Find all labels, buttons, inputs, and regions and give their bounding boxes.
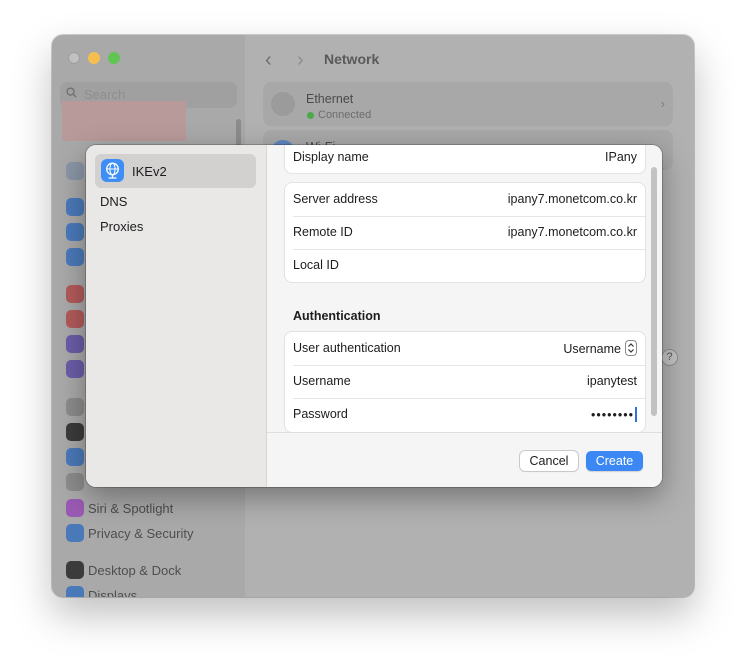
forward-arrow-icon[interactable]: › bbox=[297, 49, 304, 72]
vpn-globe-icon bbox=[101, 159, 124, 182]
minimize-window-button[interactable] bbox=[88, 52, 100, 64]
sound-icon[interactable] bbox=[66, 310, 84, 328]
display-name-row: Display name IPany bbox=[285, 145, 645, 174]
zoom-window-button[interactable] bbox=[108, 52, 120, 64]
ethernet-icon bbox=[271, 92, 295, 116]
create-button[interactable]: Create bbox=[586, 451, 643, 471]
password-row: Password •••••••• bbox=[285, 398, 645, 431]
sidebar-item-proxies[interactable]: Proxies bbox=[100, 219, 143, 234]
password-field[interactable]: •••••••• bbox=[591, 407, 637, 422]
sidebar-item-desktop-dock[interactable]: Desktop & Dock bbox=[88, 563, 181, 578]
service-name: Ethernet bbox=[306, 92, 354, 106]
wifi-icon[interactable] bbox=[66, 198, 84, 216]
general-icon[interactable] bbox=[66, 398, 84, 416]
server-address-label: Server address bbox=[293, 192, 378, 206]
username-field[interactable]: ipanytest bbox=[587, 374, 637, 388]
bluetooth-icon[interactable] bbox=[66, 223, 84, 241]
vpn-configuration-dialog: IKEv2 DNS Proxies Display name IPany Ser… bbox=[86, 145, 662, 487]
help-button[interactable]: ? bbox=[661, 349, 678, 366]
sidebar-item-displays[interactable]: Displays bbox=[88, 588, 137, 597]
dock-icon[interactable] bbox=[66, 561, 84, 579]
text-cursor bbox=[635, 407, 637, 422]
focus-icon[interactable] bbox=[66, 335, 84, 353]
sidebar-item-label: IKEv2 bbox=[132, 164, 167, 179]
up-down-chevron-icon bbox=[625, 340, 637, 356]
network-icon[interactable] bbox=[66, 248, 84, 266]
form-scrollbar[interactable] bbox=[651, 167, 657, 416]
appearance-icon[interactable] bbox=[66, 423, 84, 441]
notifications-icon[interactable] bbox=[66, 285, 84, 303]
display-icon[interactable] bbox=[66, 586, 84, 597]
username-label: Username bbox=[293, 374, 351, 388]
screen-time-icon[interactable] bbox=[66, 360, 84, 378]
sidebar-item-privacy-security[interactable]: Privacy & Security bbox=[88, 526, 193, 541]
server-address-field[interactable]: ipany7.monetcom.co.kr bbox=[508, 192, 637, 206]
remote-id-field[interactable]: ipany7.monetcom.co.kr bbox=[508, 225, 637, 239]
user-authentication-label: User authentication bbox=[293, 341, 401, 355]
search-placeholder: Search bbox=[84, 87, 126, 102]
chevron-right-icon: › bbox=[660, 96, 665, 111]
remote-id-label: Remote ID bbox=[293, 225, 353, 239]
close-window-button[interactable] bbox=[68, 52, 80, 64]
accessibility-icon[interactable] bbox=[66, 448, 84, 466]
siri-icon[interactable] bbox=[66, 499, 84, 517]
server-group: Server address ipany7.monetcom.co.kr Rem… bbox=[285, 183, 645, 282]
search-icon bbox=[66, 87, 77, 98]
user-authentication-popup[interactable]: Username bbox=[563, 340, 637, 356]
password-value: •••••••• bbox=[590, 408, 634, 422]
sidebar-item-dns[interactable]: DNS bbox=[100, 194, 127, 209]
family-icon[interactable] bbox=[66, 162, 84, 180]
sidebar-item-ikev2[interactable]: IKEv2 bbox=[95, 154, 256, 188]
control-center-icon[interactable] bbox=[66, 473, 84, 491]
password-label: Password bbox=[293, 407, 348, 421]
page-title: Network bbox=[324, 51, 380, 67]
display-name-group: Display name IPany bbox=[285, 145, 645, 173]
dialog-form: Display name IPany Server address ipany7… bbox=[267, 145, 662, 487]
user-authentication-value: Username bbox=[563, 342, 621, 356]
service-ethernet[interactable]: Ethernet Connected › bbox=[263, 82, 673, 126]
authentication-group: User authentication Username Username ip… bbox=[285, 332, 645, 432]
status-dot-icon bbox=[307, 112, 314, 119]
username-row: Username ipanytest bbox=[285, 365, 645, 398]
hand-icon[interactable] bbox=[66, 524, 84, 542]
remote-id-row: Remote ID ipany7.monetcom.co.kr bbox=[285, 216, 645, 249]
user-authentication-row: User authentication Username bbox=[285, 332, 645, 365]
display-name-label: Display name bbox=[293, 150, 369, 164]
back-arrow-icon[interactable]: ‹ bbox=[265, 49, 272, 72]
cancel-button[interactable]: Cancel bbox=[520, 451, 578, 471]
server-address-row: Server address ipany7.monetcom.co.kr bbox=[285, 183, 645, 216]
local-id-row: Local ID bbox=[285, 249, 645, 282]
service-status: Connected bbox=[318, 109, 372, 121]
local-id-label: Local ID bbox=[293, 258, 339, 272]
display-name-field[interactable]: IPany bbox=[605, 150, 637, 164]
account-redaction bbox=[62, 101, 186, 141]
authentication-heading: Authentication bbox=[293, 309, 381, 323]
footer-divider bbox=[267, 432, 662, 433]
sidebar-item-siri-spotlight[interactable]: Siri & Spotlight bbox=[88, 501, 173, 516]
dialog-sidebar: IKEv2 DNS Proxies bbox=[86, 145, 267, 487]
